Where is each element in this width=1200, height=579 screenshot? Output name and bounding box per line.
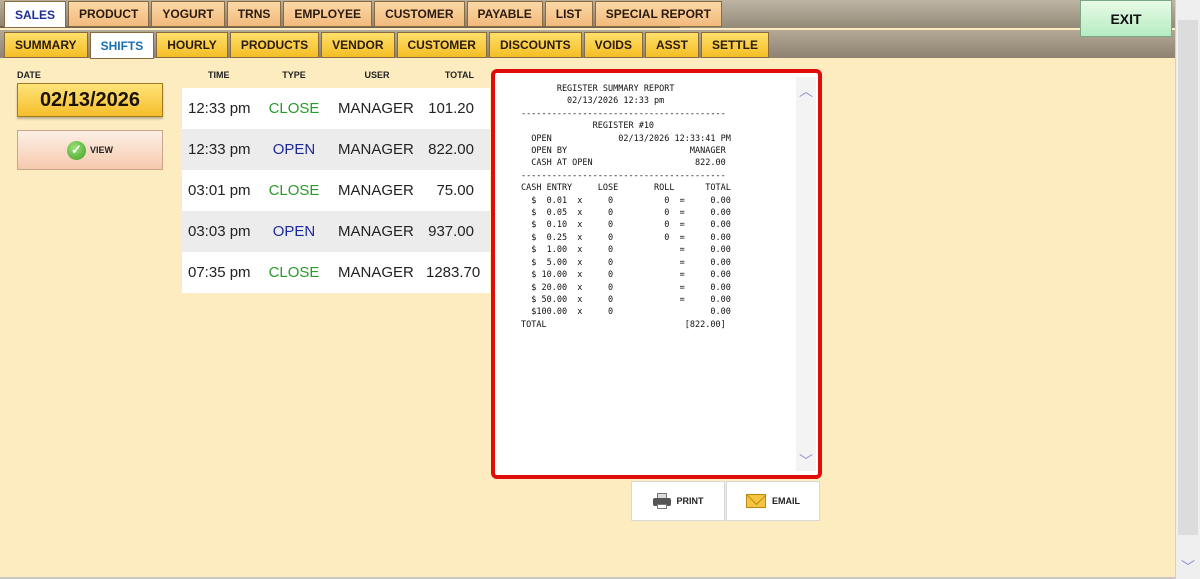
- shift-user: MANAGER: [338, 182, 414, 199]
- tab-payable[interactable]: PAYABLE: [466, 1, 543, 27]
- page-scrollbar[interactable]: ﹀: [1175, 0, 1200, 579]
- tab-trns[interactable]: TRNS: [226, 1, 282, 27]
- subtab-products[interactable]: PRODUCTS: [229, 32, 320, 58]
- column-header-user: USER: [364, 70, 390, 80]
- report-line: CASH AT OPEN 822.00: [521, 158, 726, 169]
- main-tab-row: SALES PRODUCT YOGURT TRNS EMPLOYEE CUSTOMER PA…: [4, 1, 724, 28]
- report-line: $ 1.00 x 0 = 0.00: [521, 245, 731, 256]
- scroll-up-icon[interactable]: ︿: [798, 81, 814, 99]
- scroll-down-icon[interactable]: ﹀: [798, 451, 814, 469]
- report-line: $ 10.00 x 0 = 0.00: [521, 270, 731, 281]
- tab-special-report[interactable]: SPECIAL REPORT: [594, 1, 722, 27]
- check-icon: ✓: [66, 140, 86, 160]
- report-line: $ 0.01 x 0 0 = 0.00: [521, 195, 731, 206]
- date-label: DATE: [17, 70, 41, 80]
- shift-total: 1283.70: [426, 264, 481, 281]
- print-button-label: PRINT: [676, 496, 704, 506]
- shift-total: 75.00: [436, 182, 474, 199]
- tab-sales[interactable]: SALES: [4, 1, 67, 28]
- report-line: $ 50.00 x 0 = 0.00: [521, 294, 731, 305]
- report-line: $ 20.00 x 0 = 0.00: [521, 282, 731, 293]
- column-header-total: TOTAL: [444, 70, 474, 80]
- view-button-label: VIEW: [89, 145, 113, 155]
- shifts-table-header: TIME TYPE USER TOTAL: [182, 70, 490, 88]
- report-preview: REGISTER SUMMARY REPORT 02/13/2026 12:33…: [491, 69, 822, 479]
- shift-time: 07:35 pm: [188, 264, 251, 281]
- email-button-label: EMAIL: [772, 496, 800, 506]
- shift-type: OPEN: [272, 223, 316, 240]
- report-line: ----------------------------------------: [521, 108, 726, 119]
- report-line: $ 0.10 x 0 0 = 0.00: [521, 220, 731, 231]
- email-button[interactable]: EMAIL: [726, 481, 820, 521]
- date-picker[interactable]: 02/13/2026: [17, 83, 163, 117]
- tab-list[interactable]: LIST: [544, 1, 593, 27]
- shift-time: 12:33 pm: [188, 100, 251, 117]
- shift-row[interactable]: 03:03 pm OPEN MANAGER 937.00: [182, 211, 490, 252]
- shift-time: 03:01 pm: [188, 182, 251, 199]
- shift-type: CLOSE: [268, 264, 320, 281]
- shift-type: CLOSE: [268, 100, 320, 117]
- shift-time: 03:03 pm: [188, 223, 251, 240]
- column-header-time: TIME: [208, 70, 230, 80]
- report-line: 02/13/2026 12:33 pm: [521, 96, 665, 107]
- column-header-type: TYPE: [282, 70, 306, 80]
- shift-type: CLOSE: [268, 182, 320, 199]
- shift-type: OPEN: [272, 141, 316, 158]
- shift-user: MANAGER: [338, 100, 414, 117]
- print-button[interactable]: PRINT: [631, 481, 725, 521]
- report-line: REGISTER #10: [521, 121, 655, 132]
- shift-user: MANAGER: [338, 264, 414, 281]
- report-line: $ 0.05 x 0 0 = 0.00: [521, 208, 731, 219]
- shift-total: 101.20: [428, 100, 474, 117]
- report-line: $ 0.25 x 0 0 = 0.00: [521, 232, 731, 243]
- shift-user: MANAGER: [338, 223, 414, 240]
- tab-yogurt[interactable]: YOGURT: [151, 1, 225, 27]
- subtab-summary[interactable]: SUMMARY: [4, 32, 88, 58]
- report-line: ----------------------------------------: [521, 170, 726, 181]
- shifts-table: TIME TYPE USER TOTAL 12:33 pm CLOSE MANAGE…: [182, 70, 490, 293]
- shift-total: 937.00: [428, 223, 474, 240]
- subtab-discounts[interactable]: DISCOUNTS: [488, 32, 582, 58]
- tab-product[interactable]: PRODUCT: [68, 1, 150, 27]
- shift-time: 12:33 pm: [188, 141, 251, 158]
- tab-employee[interactable]: EMPLOYEE: [283, 1, 373, 27]
- subtab-customer[interactable]: CUSTOMER: [396, 32, 487, 58]
- printer-icon: [652, 493, 671, 509]
- subtab-shifts[interactable]: SHIFTS: [89, 32, 155, 59]
- tab-customer[interactable]: CUSTOMER: [374, 1, 465, 27]
- subtab-vendor[interactable]: VENDOR: [321, 32, 395, 58]
- shift-rows: 12:33 pm CLOSE MANAGER 101.20 12:33 pm OPEN MA…: [182, 88, 490, 293]
- sub-tab-row: SUMMARY SHIFTS HOURLY PRODUCTS VENDOR CUSTOME…: [4, 32, 771, 59]
- report-line: OPEN 02/13/2026 12:33:41 PM: [521, 133, 731, 144]
- report-line: REGISTER SUMMARY REPORT: [521, 84, 675, 94]
- shift-total: 822.00: [428, 141, 474, 158]
- shift-user: MANAGER: [338, 141, 414, 158]
- report-line: TOTAL [822.00]: [521, 319, 726, 330]
- subtab-asst[interactable]: ASST: [644, 32, 699, 58]
- report-text: REGISTER SUMMARY REPORT 02/13/2026 12:33…: [521, 83, 761, 331]
- scrollbar-thumb[interactable]: [1178, 20, 1198, 535]
- report-line: $ 5.00 x 0 = 0.00: [521, 257, 731, 268]
- shift-row[interactable]: 03:01 pm CLOSE MANAGER 75.00: [182, 170, 490, 211]
- subtab-settle[interactable]: SETTLE: [700, 32, 769, 58]
- shift-row[interactable]: 12:33 pm OPEN MANAGER 822.00: [182, 129, 490, 170]
- exit-button[interactable]: EXIT: [1080, 0, 1172, 37]
- subtab-voids[interactable]: VOIDS: [583, 32, 643, 58]
- report-line: OPEN BY MANAGER: [521, 146, 726, 157]
- view-button[interactable]: ✓ VIEW: [17, 130, 163, 170]
- subtab-hourly[interactable]: HOURLY: [156, 32, 228, 58]
- scroll-down-icon[interactable]: ﹀: [1180, 557, 1196, 575]
- shift-row[interactable]: 12:33 pm CLOSE MANAGER 101.20: [182, 88, 490, 129]
- envelope-icon: [746, 494, 766, 508]
- report-line: CASH ENTRY LOSE ROLL TOTAL: [521, 183, 731, 194]
- report-line: $100.00 x 0 0.00: [521, 307, 731, 318]
- shift-row[interactable]: 07:35 pm CLOSE MANAGER 1283.70: [182, 252, 490, 293]
- report-scrollbar[interactable]: ︿ ﹀: [796, 77, 816, 471]
